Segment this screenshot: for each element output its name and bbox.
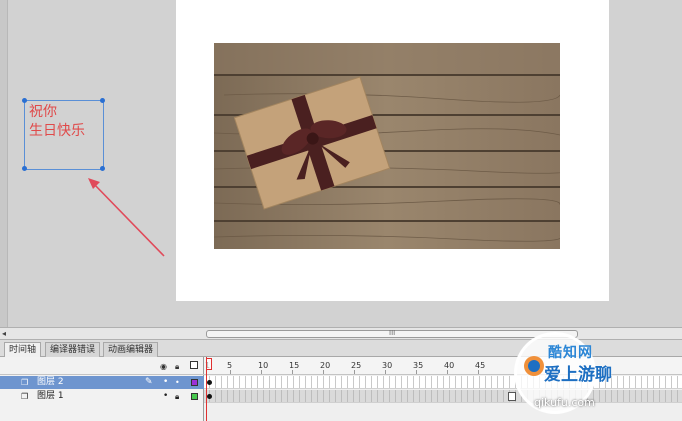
layer-row[interactable]: ❐ 图层 1 • 🔒︎ [0, 390, 204, 403]
layer-name[interactable]: 图层 1 [37, 390, 64, 403]
watermark: 酷知网 爱上游聊 qikufu.com [510, 330, 682, 421]
ruler-label: 20 [320, 361, 331, 370]
ruler-tick [354, 370, 355, 374]
visibility-dot[interactable]: • [163, 390, 168, 403]
tab-motion-editor[interactable]: 动画编辑器 [103, 342, 159, 357]
ruler-tick [416, 370, 417, 374]
ruler-label: 10 [258, 361, 269, 370]
ruler-label: 40 [444, 361, 455, 370]
playhead-handle[interactable] [206, 358, 212, 370]
watermark-site-name: 酷知网 [548, 345, 593, 361]
layer-icon: ❐ [21, 378, 29, 387]
keyframe-dot[interactable] [207, 380, 212, 385]
keyframe-dot[interactable] [207, 394, 212, 399]
scroll-left-icon[interactable]: ◂ [2, 329, 6, 338]
tab-timeline[interactable]: 时间轴 [4, 342, 42, 357]
ruler-label: 35 [413, 361, 424, 370]
ruler-label: 45 [475, 361, 486, 370]
watermark-slogan: 爱上游聊 [544, 365, 612, 385]
watermark-url: qikufu.com [534, 396, 595, 409]
layers-header: ◉ 🔒︎ [0, 357, 204, 375]
ruler-tick [292, 370, 293, 374]
stage-area[interactable]: 祝你 生日快乐 [0, 0, 682, 327]
layers-panel: ◉ 🔒︎ ❐ 图层 2 ✎ • • ❐ 图层 1 • 🔒︎ [0, 357, 204, 421]
playhead[interactable] [206, 357, 212, 421]
layer-color-swatch[interactable] [191, 379, 198, 386]
ruler-label: 15 [289, 361, 300, 370]
ruler-tick [323, 370, 324, 374]
ruler-tick [261, 370, 262, 374]
lock-icon[interactable]: 🔒︎ [175, 390, 179, 403]
ruler-label: 30 [382, 361, 393, 370]
watermark-logo-icon [528, 360, 540, 372]
grip-icon: III [389, 329, 396, 337]
ruler-tick [478, 370, 479, 374]
lock-icon[interactable]: 🔒︎ [175, 362, 179, 372]
red-arrow-annotation [88, 178, 165, 257]
lock-dot[interactable]: • [175, 376, 180, 389]
layer-name[interactable]: 图层 2 [37, 376, 64, 389]
ruler-tick [385, 370, 386, 374]
ruler-label: 5 [227, 361, 233, 370]
outline-icon[interactable] [190, 361, 198, 369]
ruler-tick [230, 370, 231, 374]
layer-row[interactable]: ❐ 图层 2 ✎ • • [0, 376, 204, 389]
layer-icon: ❐ [21, 392, 29, 401]
ruler-tick [447, 370, 448, 374]
visibility-dot[interactable]: • [163, 376, 168, 389]
ruler-label: 25 [351, 361, 362, 370]
eye-icon[interactable]: ◉ [160, 362, 167, 371]
pencil-icon: ✎ [145, 377, 153, 387]
tab-compiler-errors[interactable]: 编译器错误 [45, 342, 101, 357]
layer-color-swatch[interactable] [191, 393, 198, 400]
